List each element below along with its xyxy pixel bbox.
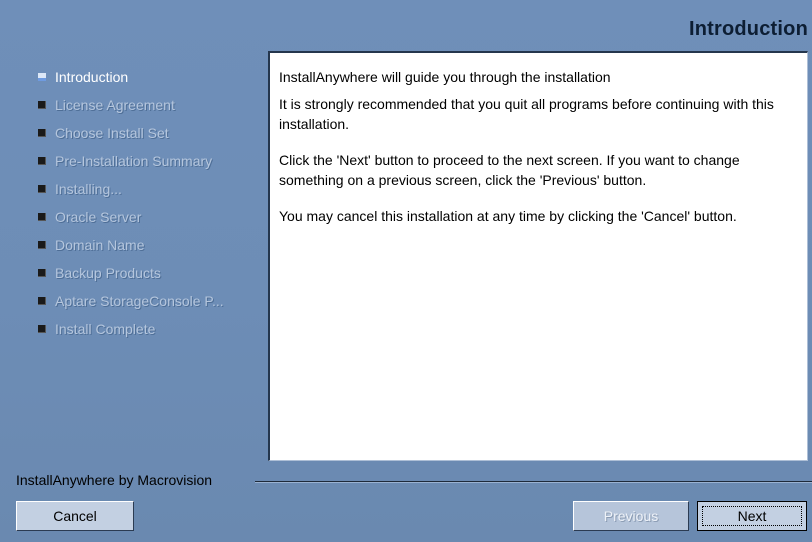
step-bullet-icon xyxy=(38,185,46,193)
step-item-introduction: Introduction xyxy=(38,63,268,91)
step-label: Pre-Installation Summary xyxy=(55,153,213,169)
step-item-domain-name: Domain Name xyxy=(38,231,268,259)
content-paragraph: Click the 'Next' button to proceed to th… xyxy=(279,152,740,188)
step-bullet-icon xyxy=(38,213,46,221)
step-label: Oracle Server xyxy=(55,209,142,225)
step-item-choose-install-set: Choose Install Set xyxy=(38,119,268,147)
step-item-backup-products: Backup Products xyxy=(38,259,268,287)
step-item-oracle-server: Oracle Server xyxy=(38,203,268,231)
step-item-install-complete: Install Complete xyxy=(38,315,268,343)
step-list: Introduction License Agreement Choose In… xyxy=(38,63,268,343)
content-panel: InstallAnywhere will guide you through t… xyxy=(268,51,808,461)
step-label: Aptare StorageConsole P... xyxy=(55,293,224,309)
step-label: Choose Install Set xyxy=(55,125,169,141)
step-label: Introduction xyxy=(55,69,129,85)
step-item-aptare-storageconsole: Aptare StorageConsole P... xyxy=(38,287,268,315)
content-paragraph: You may cancel this installation at any … xyxy=(279,208,737,224)
step-label: Install Complete xyxy=(55,321,156,337)
active-step-bullet-icon xyxy=(38,73,46,81)
step-bullet-icon xyxy=(38,297,46,305)
vendor-label: InstallAnywhere by Macrovision xyxy=(16,472,213,488)
content-paragraph: It is strongly recommended that you quit… xyxy=(279,96,774,132)
step-bullet-icon xyxy=(38,325,46,333)
footer-divider xyxy=(255,481,812,482)
step-label: Installing... xyxy=(55,181,122,197)
step-bullet-icon xyxy=(38,129,46,137)
content-paragraph: InstallAnywhere will guide you through t… xyxy=(279,69,611,85)
step-bullet-icon xyxy=(38,101,46,109)
step-label: License Agreement xyxy=(55,97,175,113)
step-bullet-icon xyxy=(38,157,46,165)
next-button-label: Next xyxy=(702,506,802,526)
step-item-installing: Installing... xyxy=(38,175,268,203)
cancel-button[interactable]: Cancel xyxy=(16,501,134,531)
step-bullet-icon xyxy=(38,241,46,249)
installer-window: Introduction Introduction License Agreem… xyxy=(0,0,812,542)
step-item-pre-installation-summary: Pre-Installation Summary xyxy=(38,147,268,175)
step-bullet-icon xyxy=(38,269,46,277)
step-item-license-agreement: License Agreement xyxy=(38,91,268,119)
page-title: Introduction xyxy=(688,18,808,40)
next-button[interactable]: Next xyxy=(697,501,807,531)
previous-button[interactable]: Previous xyxy=(573,501,689,531)
step-label: Domain Name xyxy=(55,237,145,253)
step-label: Backup Products xyxy=(55,265,161,281)
